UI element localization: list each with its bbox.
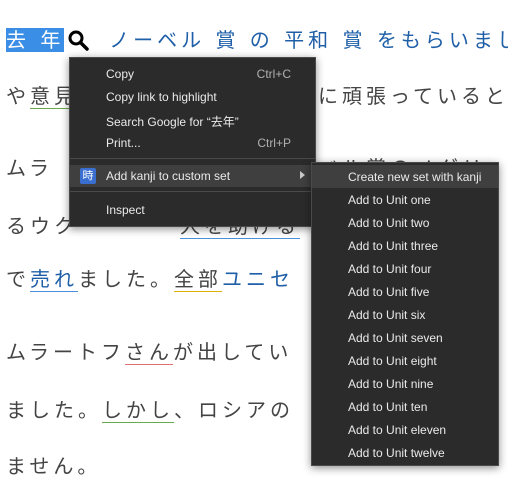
submenu-item-unit-two[interactable]: Add to Unit two	[312, 211, 498, 234]
submenu-item-unit-twelve[interactable]: Add to Unit twelve	[312, 441, 498, 464]
submenu-item-create-set[interactable]: Create new set with kanji	[312, 165, 498, 188]
text-segment: ました。	[6, 398, 102, 422]
kanji-word[interactable]: 売れ	[30, 267, 78, 292]
menu-item-label: Add to Unit three	[348, 239, 439, 253]
text-segment: や	[6, 84, 30, 108]
menu-item-label: Print...	[106, 136, 141, 150]
article-page: 去 年 ノーベル 賞 の 平和 賞 をもらいまし や意見 に頑張っていると ムラ…	[0, 0, 508, 478]
text-segment: ません。	[6, 454, 102, 478]
text-segment: るウク	[6, 214, 78, 238]
menu-item-label: Add to Unit nine	[348, 377, 434, 391]
menu-item-label: Copy link to highlight	[106, 90, 217, 104]
submenu-item-unit-one[interactable]: Add to Unit one	[312, 188, 498, 211]
text-segment: ユニセ	[222, 267, 294, 291]
submenu-item-unit-five[interactable]: Add to Unit five	[312, 280, 498, 303]
menu-separator	[70, 158, 315, 159]
menu-item-print[interactable]: Print... Ctrl+P	[70, 132, 315, 154]
selected-text[interactable]: 去 年	[6, 28, 65, 52]
menu-item-label: Search Google for “去年”	[106, 115, 239, 129]
kanji-extension-icon: 時	[80, 168, 96, 184]
menu-item-label: Create new set with kanji	[348, 170, 482, 184]
text-line-5: で売れました。全部ユニセ	[6, 263, 294, 292]
text-line-3: ムラ	[6, 152, 53, 181]
text-segment: 出	[197, 340, 221, 364]
text-segment: ノーベル 賞 の 平和 賞 をもらいまし	[109, 28, 508, 52]
text-line-6: ムラートフさんが出してい	[6, 336, 292, 365]
menu-item-label: Add to Unit two	[348, 216, 430, 230]
text-line-7: ました。しかし、ロシアの	[6, 394, 294, 423]
menu-item-label: Add to Unit ten	[348, 400, 428, 414]
submenu-item-unit-seven[interactable]: Add to Unit seven	[312, 326, 498, 349]
submenu-item-unit-eleven[interactable]: Add to Unit eleven	[312, 418, 498, 441]
shortcut-label: Ctrl+C	[256, 67, 291, 81]
submenu-item-unit-six[interactable]: Add to Unit six	[312, 303, 498, 326]
menu-item-add-kanji[interactable]: 時 Add kanji to custom set	[70, 165, 315, 187]
menu-item-label: Add to Unit five	[348, 285, 430, 299]
kanji-submenu: Create new set with kanji Add to Unit on…	[311, 162, 499, 466]
shortcut-label: Ctrl+P	[257, 136, 291, 150]
text-segment: してい	[221, 340, 293, 364]
text-segment: が	[173, 340, 197, 364]
submenu-arrow-icon	[300, 171, 305, 179]
text-segment: 、ロシアの	[174, 398, 294, 422]
menu-item-label: Add to Unit eleven	[348, 423, 447, 437]
menu-item-label: Add to Unit four	[348, 262, 432, 276]
context-menu: Copy Ctrl+C Copy link to highlight Searc…	[69, 57, 316, 227]
menu-item-label: Inspect	[106, 203, 145, 217]
menu-separator	[70, 191, 315, 192]
submenu-item-unit-nine[interactable]: Add to Unit nine	[312, 372, 498, 395]
kanji-word[interactable]: 全部	[174, 267, 222, 292]
text-segment: ムラ	[6, 156, 53, 180]
submenu-item-unit-ten[interactable]: Add to Unit ten	[312, 395, 498, 418]
text-segment: に頑張っていると	[318, 84, 508, 108]
menu-item-inspect[interactable]: Inspect	[70, 199, 315, 221]
menu-item-label: Add kanji to custom set	[106, 169, 231, 183]
text-line-2-tail: に頑張っていると	[318, 80, 508, 109]
menu-item-search-google[interactable]: Search Google for “去年”	[70, 109, 315, 131]
text-line-2: や意見	[6, 80, 78, 109]
menu-item-copy[interactable]: Copy Ctrl+C	[70, 63, 315, 85]
text-segment: ムラートフ	[6, 340, 125, 364]
submenu-item-unit-three[interactable]: Add to Unit three	[312, 234, 498, 257]
menu-item-label: Add to Unit twelve	[348, 446, 445, 460]
text-line-4: るウク	[6, 210, 78, 239]
submenu-item-unit-eight[interactable]: Add to Unit eight	[312, 349, 498, 372]
text-segment: ました。	[78, 267, 174, 291]
text-line-8: ません。	[6, 450, 101, 479]
menu-item-label: Add to Unit eight	[348, 354, 437, 368]
text-segment: で	[6, 267, 30, 291]
menu-item-label: Add to Unit one	[348, 193, 431, 207]
kanji-word[interactable]: さん	[125, 340, 173, 365]
menu-item-label: Copy	[106, 67, 135, 81]
search-icon[interactable]	[66, 28, 90, 52]
submenu-item-unit-four[interactable]: Add to Unit four	[312, 257, 498, 280]
menu-item-label: Add to Unit six	[348, 308, 426, 322]
menu-item-copy-link[interactable]: Copy link to highlight	[70, 86, 315, 108]
kanji-word[interactable]: しかし	[102, 398, 174, 423]
menu-item-label: Add to Unit seven	[348, 331, 443, 345]
